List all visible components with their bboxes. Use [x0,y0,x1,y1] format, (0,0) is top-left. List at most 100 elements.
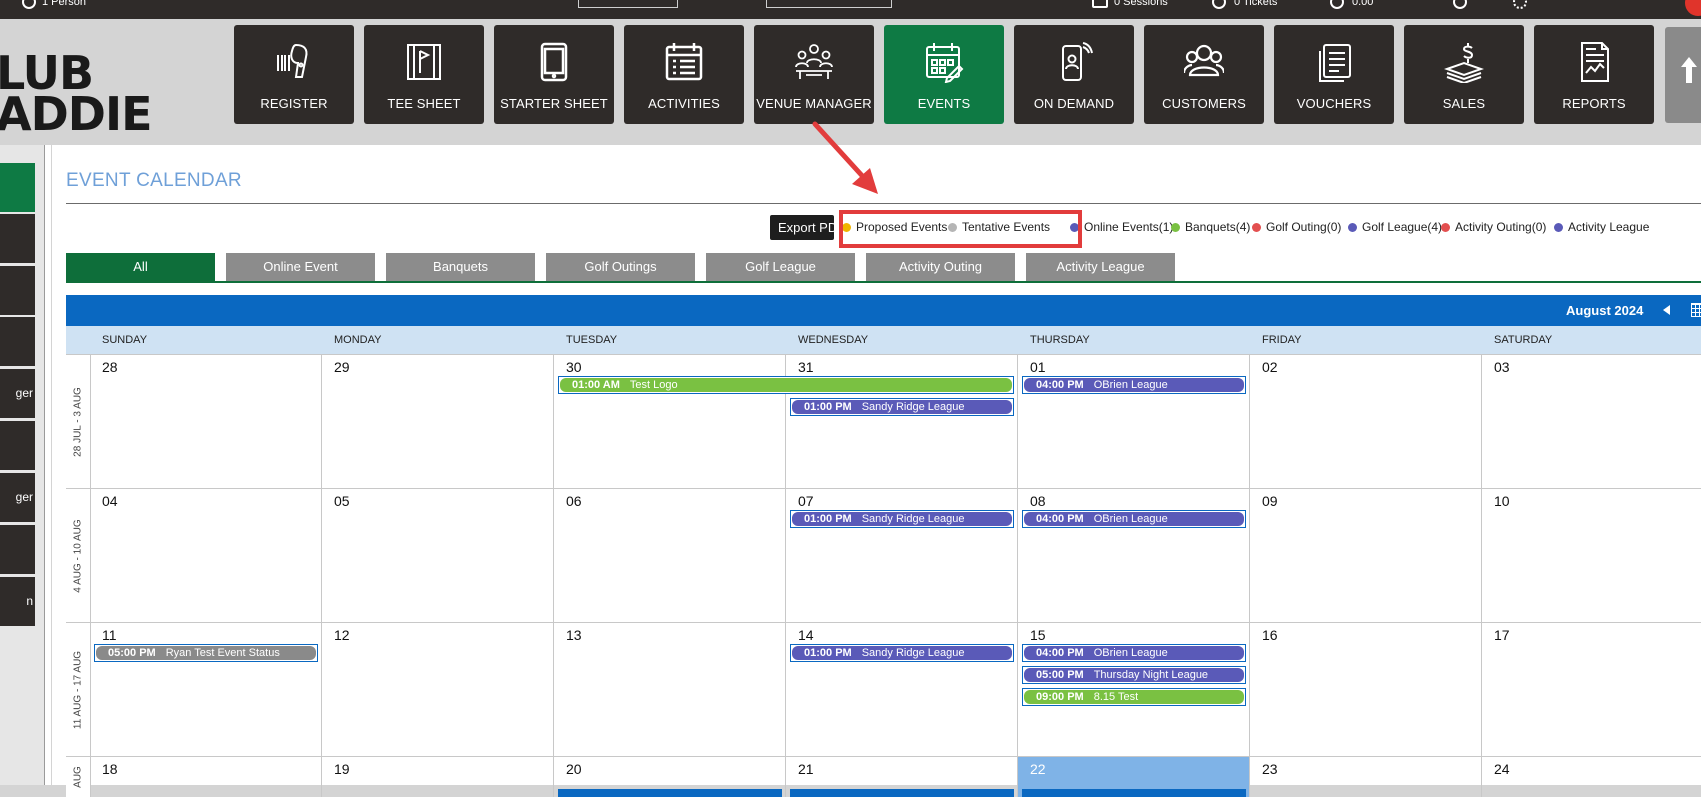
sidebar-item-1[interactable] [0,214,35,263]
filter-tab-online-event[interactable]: Online Event [226,253,375,281]
event-pill: 01:00 PM Sandy Ridge League [792,512,1012,526]
day-number: 14 [798,627,814,643]
nav-customers-button[interactable]: CUSTOMERS [1144,25,1264,124]
calendar-event[interactable]: 01:00 PM Sandy Ridge League [790,510,1014,528]
gear-icon[interactable] [1513,0,1527,9]
calendar-event[interactable]: 05:00 PM Ryan Test Event Status [94,644,318,662]
filter-tab-all[interactable]: All [66,253,215,281]
sidebar-item-4[interactable]: ger [0,369,35,418]
week-label-text: 28 JUL - 3 AUG [72,387,84,457]
calendar-event-partial[interactable] [558,789,782,797]
title-divider [66,203,1701,204]
nav-venue-manager-label: VENUE MANAGER [756,96,872,111]
calendar-day-cell[interactable]: 24 [1482,757,1701,797]
calendar-event[interactable]: 01:00 PM Sandy Ridge League [790,644,1014,662]
main-header: LUB ADDIE REGISTER TEE SHEET STARTER SHE… [0,19,1701,145]
calendar-day-cell[interactable]: 18 [90,757,322,797]
legend-highlight-box [839,210,1082,248]
week-label: 28 JUL - 3 AUG [66,355,91,489]
calendar-view-icon[interactable] [1691,303,1701,317]
sidebar-item-0[interactable] [0,163,35,212]
calendar-event[interactable]: 05:00 PM Thursday Night League [1022,666,1246,684]
tickets-icon[interactable] [1212,0,1226,9]
calendar-event[interactable]: 04:00 PM OBrien League [1022,644,1246,662]
calendar-day-cell[interactable]: 28 [90,355,322,489]
calendar-day-cell[interactable]: 19 [322,757,554,797]
topbar-field-2[interactable] [766,0,892,8]
legend-dot-icon [1554,223,1563,232]
nav-tee-sheet-button[interactable]: TEE SHEET [364,25,484,124]
calendar-event-partial[interactable] [790,789,1014,797]
day-header-saturday: SATURDAY [1494,334,1553,346]
day-number: 24 [1494,761,1510,777]
day-number: 18 [102,761,118,777]
calendar-day-cell[interactable]: 17 [1482,623,1701,757]
topbar-field-1[interactable] [578,0,678,8]
sidebar-splitter[interactable] [44,145,51,785]
users-icon [1184,44,1224,77]
calendar-day-cell[interactable]: 12 [322,623,554,757]
sessions-icon[interactable] [1092,0,1108,8]
calendar-event[interactable]: 04:00 PM OBrien League [1022,510,1246,528]
nav-venue-manager-button[interactable]: VENUE MANAGER [754,25,874,124]
nav-upload-button[interactable] [1665,27,1701,123]
calendar-day-cell[interactable]: 13 [554,623,786,757]
sidebar-item-7[interactable] [0,525,35,574]
calendar-event[interactable]: 09:00 PM 8.15 Test [1022,688,1246,706]
filter-tab-golf-league[interactable]: Golf League [706,253,855,281]
filter-tab-banquets[interactable]: Banquets [386,253,535,281]
calendar-day-cell[interactable]: 09 [1250,489,1482,623]
calendar-day-cell[interactable]: 23 [1250,757,1482,797]
nav-register-label: REGISTER [260,96,328,111]
plus-circle-icon[interactable] [1330,0,1344,9]
calendar-day-cell[interactable]: 03 [1482,355,1701,489]
filter-tab-activity-outing[interactable]: Activity Outing [866,253,1015,281]
event-title: 8.15 Test [1093,691,1139,703]
calendar-day-cell[interactable]: 29 [322,355,554,489]
nav-vouchers-button[interactable]: VOUCHERS [1274,25,1394,124]
nav-activities-button[interactable]: ACTIVITIES [624,25,744,124]
export-pdf-button[interactable]: Export PDF [770,215,834,240]
calendar-day-cell[interactable]: 04 [90,489,322,623]
event-title: Test Logo [629,379,678,391]
logo-line-2: ADDIE [0,87,153,141]
tablet-icon [540,42,568,82]
calendar-day-cell[interactable]: 06 [554,489,786,623]
calendar-event[interactable]: 04:00 PM OBrien League [1022,376,1246,394]
notification-badge[interactable] [1685,0,1701,16]
sidebar-item-8[interactable]: n [0,577,35,626]
calendar-event-partial[interactable] [1022,789,1246,797]
filter-tab-golf-outings[interactable]: Golf Outings [546,253,695,281]
calendar-day-cell[interactable]: 02 [1250,355,1482,489]
calendar-event[interactable]: 01:00 AM Test Logo [558,376,1014,394]
nav-register-button[interactable]: REGISTER [234,25,354,124]
nav-starter-sheet-button[interactable]: STARTER SHEET [494,25,614,124]
calendar-day-cell[interactable]: 10 [1482,489,1701,623]
nav-sales-button[interactable]: SALES [1404,25,1524,124]
event-time: 01:00 PM [804,647,852,659]
nav-on-demand-button[interactable]: ON DEMAND [1014,25,1134,124]
sidebar-item-3[interactable] [0,317,35,366]
nav-reports-button[interactable]: REPORTS [1534,25,1654,124]
day-number: 19 [334,761,350,777]
calendar-day-cell[interactable]: 16 [1250,623,1482,757]
filter-tab-activity-league[interactable]: Activity League [1026,253,1175,281]
help-icon[interactable] [1453,0,1467,9]
sidebar-item-label: ger [15,386,33,400]
event-title: OBrien League [1093,513,1168,525]
nav-events-button[interactable]: EVENTS [884,25,1004,124]
event-pill: 01:00 PM Sandy Ridge League [792,646,1012,660]
day-number: 01 [1030,359,1046,375]
day-number: 20 [566,761,582,777]
calendar-event[interactable]: 01:00 PM Sandy Ridge League [790,398,1014,416]
day-number: 15 [1030,627,1046,643]
sidebar-item-2[interactable] [0,266,35,315]
sidebar-item-6[interactable]: ger [0,473,35,522]
day-number: 16 [1262,627,1278,643]
sidebar-item-5[interactable] [0,421,35,470]
prev-month-icon[interactable] [1663,305,1670,315]
event-time: 01:00 PM [804,401,852,413]
day-number: 13 [566,627,582,643]
day-header-tuesday: TUESDAY [566,334,618,346]
calendar-day-cell[interactable]: 05 [322,489,554,623]
